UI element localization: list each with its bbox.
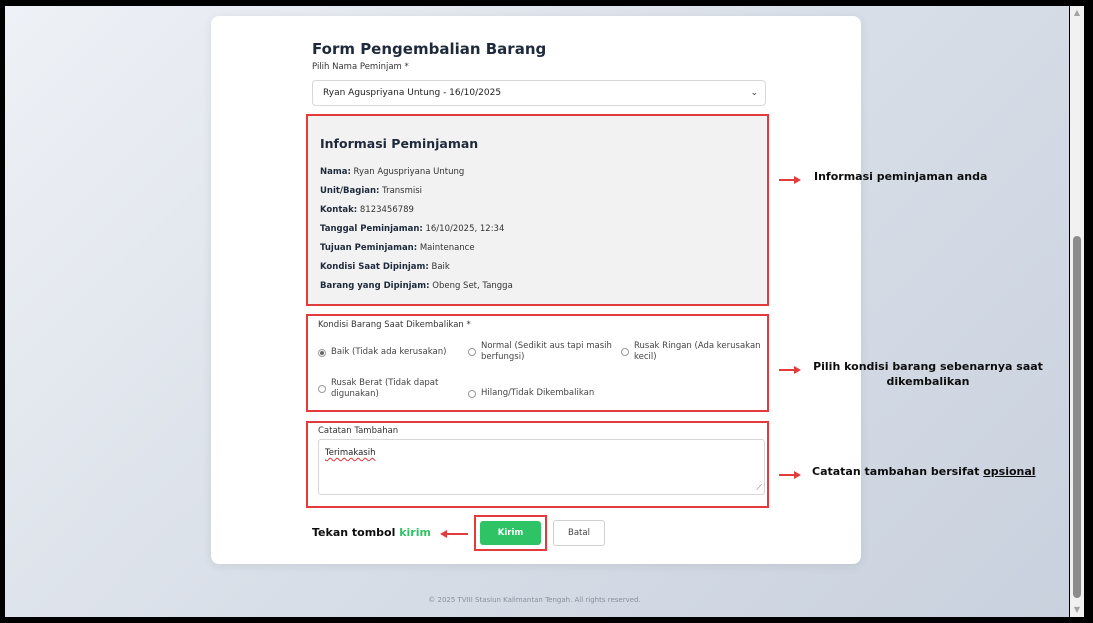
info-row-value: 8123456789 — [357, 205, 414, 215]
borrower-select[interactable]: Ryan Aguspriyana Untung - 16/10/2025 ⌄ — [312, 80, 766, 106]
info-row-unit: Unit/Bagian: Transmisi — [320, 186, 422, 196]
annotation-condition-line1: Pilih kondisi barang sebenarnya saat — [813, 360, 1043, 373]
info-row-condition-borrowed: Kondisi Saat Dipinjam: Baik — [320, 262, 450, 272]
additional-notes-textarea[interactable]: Terimakasih ⟋ — [318, 439, 765, 495]
return-condition-label: Kondisi Barang Saat Dikembalikan * — [318, 320, 471, 330]
loan-info-title: Informasi Peminjaman — [320, 136, 479, 151]
radio-option-label: Baik (Tidak ada kerusakan) — [331, 347, 447, 357]
radio-unchecked-icon — [468, 348, 476, 357]
info-row-value: Baik — [428, 262, 450, 272]
annotation-notes: Catatan tambahan bersifat opsional — [812, 465, 1036, 478]
info-row-label: Tujuan Peminjaman: — [320, 243, 418, 253]
annotation-submit-green: kirim — [399, 526, 431, 539]
radio-checked-icon — [318, 348, 326, 357]
submit-button[interactable]: Kirim — [480, 521, 541, 545]
return-condition-section: Kondisi Barang Saat Dikembalikan * Baik … — [306, 314, 769, 412]
info-row-label: Kondisi Saat Dipinjam: — [320, 262, 429, 272]
form-title: Form Pengembalian Barang — [312, 40, 547, 58]
info-row-loan-date: Tanggal Peminjaman: 16/10/2025, 12:34 — [320, 224, 504, 234]
vertical-scrollbar[interactable]: ▲ ▼ — [1070, 6, 1084, 617]
additional-notes-label: Catatan Tambahan — [318, 426, 399, 436]
scrollbar-thumb[interactable] — [1073, 236, 1081, 598]
arrow-head-icon — [794, 366, 801, 374]
info-row-items: Barang yang Dipinjam: Obeng Set, Tangga — [320, 281, 513, 291]
page-footer: © 2025 TVIII Stasiun Kalimantan Tengah. … — [428, 596, 641, 604]
annotation-info: Informasi peminjaman anda — [814, 170, 988, 183]
info-row-contact: Kontak: 8123456789 — [320, 205, 414, 215]
info-row-name: Nama: Ryan Aguspriyana Untung — [320, 167, 464, 177]
additional-notes-section: Catatan Tambahan Terimakasih ⟋ — [306, 421, 769, 508]
loan-info-panel: Informasi Peminjaman Nama: Ryan Aguspriy… — [306, 114, 769, 306]
annotation-notes-text: Catatan tambahan bersifat — [812, 465, 984, 478]
radio-option-normal[interactable]: Normal (Sedikit aus tapi masih berfungsi… — [468, 341, 618, 364]
chevron-down-icon: ⌄ — [750, 88, 758, 98]
info-row-value: Ryan Aguspriyana Untung — [350, 167, 465, 177]
borrower-select-value: Ryan Aguspriyana Untung - 16/10/2025 — [323, 88, 502, 98]
radio-option-heavy-damage[interactable]: Rusak Berat (Tidak dapat digunakan) — [318, 378, 458, 401]
radio-unchecked-icon — [621, 348, 629, 357]
scroll-up-arrow-icon[interactable]: ▲ — [1070, 6, 1084, 20]
info-row-label: Unit/Bagian: — [320, 186, 380, 196]
submit-highlight-frame: Kirim — [474, 515, 547, 551]
borrower-label: Pilih Nama Peminjam * — [312, 62, 409, 72]
radio-option-label: Normal (Sedikit aus tapi masih berfungsi… — [481, 341, 612, 363]
radio-option-good[interactable]: Baik (Tidak ada kerusakan) — [318, 347, 458, 358]
radio-option-label: Hilang/Tidak Dikembalikan — [481, 388, 595, 398]
radio-option-minor-damage[interactable]: Rusak Ringan (Ada kerusakan kecil) — [621, 341, 769, 364]
radio-option-label: Rusak Berat (Tidak dapat digunakan) — [331, 378, 439, 400]
arrow-head-icon — [794, 471, 801, 479]
cancel-button[interactable]: Batal — [553, 520, 605, 546]
info-row-label: Nama: — [320, 167, 351, 177]
info-row-label: Tanggal Peminjaman: — [320, 224, 423, 234]
info-row-value: Maintenance — [417, 243, 475, 253]
annotation-submit: Tekan tombol kirim — [312, 526, 431, 539]
annotation-condition-line2: dikembalikan — [886, 375, 970, 388]
annotation-notes-underlined: opsional — [983, 465, 1036, 478]
info-row-purpose: Tujuan Peminjaman: Maintenance — [320, 243, 475, 253]
radio-unchecked-icon — [318, 385, 326, 394]
annotation-submit-text: Tekan tombol — [312, 526, 400, 539]
additional-notes-value: Terimakasih — [325, 448, 376, 458]
radio-unchecked-icon — [468, 389, 476, 398]
info-row-value: Obeng Set, Tangga — [429, 281, 513, 291]
radio-option-lost[interactable]: Hilang/Tidak Dikembalikan — [468, 388, 638, 399]
scroll-down-arrow-icon[interactable]: ▼ — [1070, 603, 1084, 617]
radio-option-label: Rusak Ringan (Ada kerusakan kecil) — [634, 341, 761, 363]
info-row-label: Kontak: — [320, 205, 358, 215]
info-row-value: Transmisi — [379, 186, 423, 196]
info-row-value: 16/10/2025, 12:34 — [422, 224, 505, 234]
info-row-label: Barang yang Dipinjam: — [320, 281, 430, 291]
arrow-left-line — [446, 533, 468, 535]
arrow-head-icon — [794, 176, 801, 184]
resize-handle-icon[interactable]: ⟋ — [756, 483, 762, 493]
